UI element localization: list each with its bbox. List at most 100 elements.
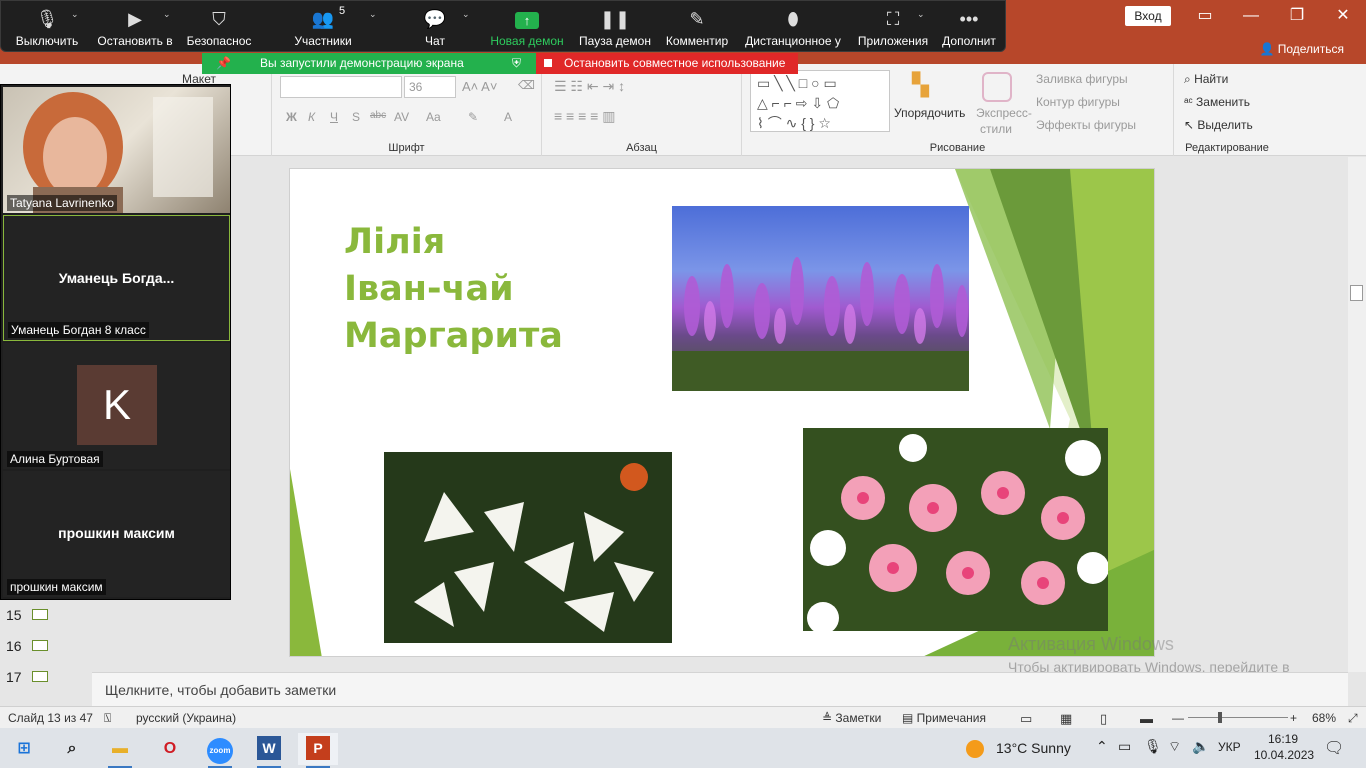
arrange-button[interactable]: Упорядочить <box>894 106 965 120</box>
weather-icon[interactable] <box>966 740 984 758</box>
font-color-button[interactable]: A <box>504 110 512 124</box>
underline-button[interactable]: Ч <box>330 110 338 124</box>
clock-time[interactable]: 16:19 <box>1268 732 1298 746</box>
slide[interactable]: Лілія Іван-чай Маргарита <box>289 168 1155 657</box>
apps-button[interactable]: ⛶ Приложения ⌄ <box>853 1 933 53</box>
zoom-slider-thumb[interactable] <box>1218 712 1222 723</box>
bold-button[interactable]: Ж <box>286 110 297 124</box>
view-slideshow-icon[interactable]: ▬ <box>1140 711 1153 726</box>
select-button[interactable]: ↖ Выделить <box>1184 118 1253 132</box>
find-button[interactable]: ⌕ Найти <box>1184 72 1228 87</box>
notes-pane[interactable]: Щелкните, чтобы добавить заметки <box>92 672 1348 706</box>
align-icons[interactable]: ≡ ≡ ≡ ≡ ▥ <box>554 108 615 125</box>
share-button[interactable]: 👤 Поделиться <box>1259 42 1344 56</box>
chevron-down-icon[interactable]: ⌄ <box>369 9 377 20</box>
case-button[interactable]: Aa <box>426 110 441 124</box>
view-reading-icon[interactable]: ▯ <box>1100 711 1107 727</box>
participant-tile[interactable]: прошкин максим прошкин максим <box>3 471 230 597</box>
word-icon[interactable]: W <box>249 733 289 768</box>
thumb-number[interactable]: 15 <box>6 607 22 623</box>
chevron-down-icon[interactable]: ⌄ <box>917 9 925 20</box>
thumb-slide-15[interactable] <box>32 609 48 620</box>
view-sorter-icon[interactable]: ▦ <box>1060 711 1072 727</box>
windows-start-icon[interactable]: ⊞ <box>4 733 44 765</box>
battery-icon[interactable]: ▭ <box>1118 738 1131 755</box>
replace-button[interactable]: ᵃᶜ Заменить <box>1184 95 1250 109</box>
chevron-down-icon[interactable]: ⌄ <box>163 9 171 20</box>
minimize-icon[interactable]: — <box>1228 0 1274 34</box>
shape-outline-button[interactable]: Контур фигуры <box>1036 95 1120 109</box>
remote-control-button[interactable]: ⬮ Дистанционное у <box>741 1 845 53</box>
view-normal-icon[interactable]: ▭ <box>1020 711 1032 727</box>
italic-button[interactable]: К <box>308 110 315 124</box>
thumb-number[interactable]: 16 <box>6 638 22 654</box>
shape-effects-button[interactable]: Эффекты фигуры <box>1036 118 1136 132</box>
scroll-thumb[interactable] <box>1350 285 1363 301</box>
language-status[interactable]: русский (Украина) <box>136 711 236 725</box>
participants-button[interactable]: 👥 5 Участники ⌄ <box>283 1 376 53</box>
microphone-icon[interactable]: 🎙 <box>1144 738 1162 755</box>
spacing-button[interactable]: AV <box>394 110 409 124</box>
zoom-slider[interactable] <box>1188 717 1288 718</box>
mute-button[interactable]: 🎙 Выключить ⌄ <box>7 1 87 53</box>
security-button[interactable]: ⛉ Безопаснос <box>181 1 257 53</box>
pin-icon[interactable]: 📌 <box>216 53 231 74</box>
stop-share-button[interactable]: Остановить совместное использование <box>536 53 798 74</box>
zoom-percent[interactable]: 68% <box>1312 711 1336 725</box>
notes-toggle[interactable]: ≜ Заметки <box>822 711 881 725</box>
shape-fill-button[interactable]: Заливка фигуры <box>1036 72 1128 86</box>
clock-date[interactable]: 10.04.2023 <box>1254 748 1314 762</box>
font-name-input[interactable] <box>280 76 402 98</box>
thumb-number[interactable]: 17 <box>6 669 22 685</box>
arrange-icon[interactable]: ▚ <box>912 72 938 98</box>
slide-title[interactable]: Лілія Іван-чай Маргарита <box>344 219 563 360</box>
daisy-photo[interactable] <box>803 428 1108 631</box>
quick-styles-icon[interactable] <box>982 72 1012 102</box>
fit-slide-icon[interactable]: ⤢ <box>1348 711 1358 726</box>
zoom-out-icon[interactable]: — <box>1172 711 1184 725</box>
quick-styles-line2[interactable]: стили <box>980 122 1012 136</box>
zoom-in-icon[interactable]: + <box>1290 711 1297 725</box>
maximize-icon[interactable]: ❐ <box>1274 0 1320 34</box>
pause-share-button[interactable]: ❚❚ Пауза демон <box>575 1 655 53</box>
chevron-down-icon[interactable]: ⌄ <box>462 9 470 20</box>
stop-video-button[interactable]: ▶ Остановить в ⌄ <box>93 1 177 53</box>
keyboard-language[interactable]: УКР <box>1218 740 1241 754</box>
thumb-slide-16[interactable] <box>32 640 48 651</box>
fireweed-photo[interactable] <box>672 206 969 391</box>
grow-font-icon[interactable]: A˄ A˅ <box>462 79 497 94</box>
notification-icon[interactable]: 🗨 <box>1324 738 1344 758</box>
more-button[interactable]: ••• Дополнит <box>937 1 1001 53</box>
powerpoint-icon[interactable]: P <box>298 733 338 768</box>
comments-toggle[interactable]: ▤ Примечания <box>902 711 986 725</box>
close-icon[interactable]: ✕ <box>1320 0 1366 34</box>
clear-format-icon[interactable]: ⌫ <box>518 78 535 92</box>
lily-photo[interactable] <box>384 452 672 643</box>
bullets-icon[interactable]: ☰ ☷ ⇤ ⇥ ↕ <box>554 78 625 95</box>
weather-text[interactable]: 13°C Sunny <box>996 740 1071 756</box>
chat-button[interactable]: 💬 Чат ⌄ <box>406 1 470 53</box>
wifi-icon[interactable]: ⌔ <box>1168 738 1181 756</box>
spellcheck-icon[interactable]: ⍂ <box>104 711 111 726</box>
shadow-button[interactable]: S <box>352 110 360 124</box>
font-size-input[interactable]: 36 <box>404 76 456 98</box>
participant-tile[interactable]: Уманець Богда... Уманець Богдан 8 класс <box>3 215 230 341</box>
new-share-button[interactable]: ↑ Новая демон <box>487 1 567 53</box>
restore-ribbon-icon[interactable]: ▭ <box>1182 0 1228 34</box>
participant-tile[interactable]: Tatyana Lavrinenko <box>3 87 230 213</box>
quick-styles-line1[interactable]: Экспресс- <box>976 106 1032 120</box>
thumb-slide-17[interactable] <box>32 671 48 682</box>
tray-chevron-icon[interactable]: ⌃ <box>1096 738 1108 755</box>
shapes-gallery[interactable]: ▭ ╲ ╲ □ ○ ▭ △ ⌐ ⌐ ⇨ ⇩ ⬠ ⌇ ⌒ ∿ { } ☆ <box>750 70 890 132</box>
chevron-down-icon[interactable]: ⌄ <box>71 9 79 20</box>
volume-icon[interactable]: 🔈 <box>1192 738 1209 755</box>
file-explorer-icon[interactable]: ▬ <box>100 733 140 768</box>
login-button[interactable]: Вход <box>1125 6 1171 26</box>
highlight-icon[interactable]: ✎ <box>468 110 478 124</box>
participant-tile[interactable]: K Алина Буртовая <box>3 343 230 469</box>
strike-button[interactable]: abc <box>370 110 386 121</box>
vertical-scrollbar[interactable] <box>1348 157 1366 672</box>
opera-icon[interactable]: O <box>150 733 190 765</box>
annotate-button[interactable]: ✎ Комментир <box>661 1 733 53</box>
zoom-app-icon[interactable]: zoom <box>200 733 240 768</box>
